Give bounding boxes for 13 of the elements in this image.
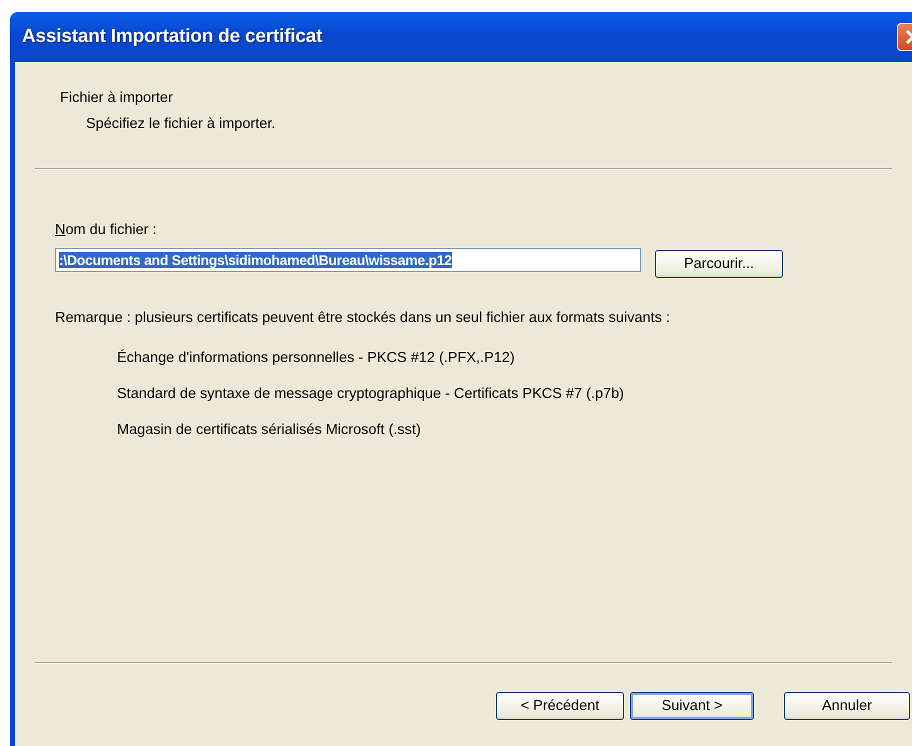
wizard-button[interactable]: < Précédent [496,692,624,720]
page-title: Fichier à importer [60,90,174,106]
browse-button[interactable]: Parcourir... [655,250,783,278]
wizard-button[interactable]: Annuler [784,692,910,720]
page-subtitle: Spécifiez le fichier à importer. [85,116,276,132]
remark-text: Remarque : plusieurs certificats peuvent être stockés dans un seul fichier aux formats suivants : [55,310,671,326]
format-item: Standard de syntaxe de message cryptographique - Certificats PKCS #7 (.p7b) [117,386,625,402]
file-name-field[interactable]: :\Documents and Settings\sidimohamed\Bureau\wissame.p12 [55,248,641,272]
format-item: Échange d'informations personnelles - PKCS #12 (.PFX,.P12) [117,350,516,366]
format-item: Magasin de certificats sérialisés Microsoft (.sst) [117,422,422,438]
wizard-button[interactable]: Suivant > [630,692,754,720]
field-label: Nom du fichier : [55,222,158,238]
window-title: Assistant Importation de certificat [22,26,322,48]
